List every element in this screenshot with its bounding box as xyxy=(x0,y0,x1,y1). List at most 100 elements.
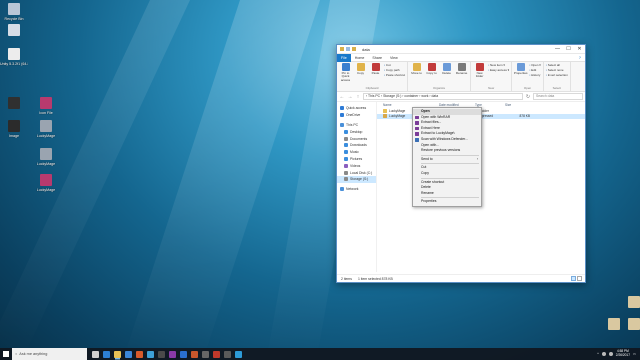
ribbon-button-icon xyxy=(341,63,350,71)
ribbon-small-button[interactable]: Select none xyxy=(546,68,568,72)
desktop-icon[interactable]: LuckyMage xyxy=(32,120,60,138)
start-button[interactable] xyxy=(0,348,12,360)
address-bar[interactable]: › This PC › Storage (S:) › container › w… xyxy=(363,93,523,100)
ribbon-small-button[interactable]: Select all xyxy=(546,63,568,67)
tab-share[interactable]: Share xyxy=(368,54,386,62)
help-icon[interactable]: ? xyxy=(579,55,585,60)
ribbon-button-icon xyxy=(412,63,421,71)
desktop-icon[interactable] xyxy=(0,24,28,38)
desktop-icon[interactable]: Unity 5.3.2f1 (64-bit) xyxy=(0,48,28,66)
ribbon-group-name: Open xyxy=(523,86,532,90)
ribbon-button[interactable]: Copy xyxy=(354,63,367,75)
ribbon-small-button[interactable]: History xyxy=(529,73,541,77)
ribbon-group-open: PropertiesOpen ▾EditHistory Open xyxy=(512,62,544,91)
nav-item[interactable]: Music xyxy=(337,149,376,156)
zip-file-icon xyxy=(628,318,640,330)
ribbon-small-button[interactable]: Edit xyxy=(529,68,541,72)
zip-file-icon xyxy=(608,318,620,330)
large-icons-view-icon[interactable] xyxy=(577,276,582,281)
nav-item[interactable]: OneDrive xyxy=(337,112,376,119)
tab-view[interactable]: View xyxy=(386,54,402,62)
nav-item[interactable]: Desktop xyxy=(337,128,376,135)
desktop-icon[interactable] xyxy=(620,318,640,332)
context-menu-item[interactable]: Send to › xyxy=(413,157,481,163)
context-menu-item[interactable]: Properties xyxy=(413,199,481,205)
ribbon-button[interactable]: Paste xyxy=(369,63,382,75)
tab-home[interactable]: Home xyxy=(351,54,369,62)
app-7-icon[interactable] xyxy=(202,350,209,358)
ribbon-small-button[interactable]: Copy path xyxy=(384,68,405,72)
up-icon[interactable]: ↑ xyxy=(355,94,361,100)
back-icon[interactable]: ← xyxy=(339,94,345,100)
context-menu-item[interactable]: Rename xyxy=(413,191,481,197)
ribbon-button[interactable]: Copy to xyxy=(425,63,438,75)
nav-item-label: Desktop xyxy=(350,129,363,134)
tab-file[interactable]: File xyxy=(337,53,351,62)
nav-item[interactable]: Documents xyxy=(337,135,376,142)
app-4-icon[interactable] xyxy=(169,350,176,358)
ribbon-small-button[interactable]: Cut xyxy=(384,63,405,67)
nav-item[interactable]: Storage (S:) xyxy=(337,175,376,183)
minimize-button[interactable]: — xyxy=(552,45,563,54)
maximize-button[interactable]: ☐ xyxy=(563,45,574,54)
ribbon-button[interactable]: Pin to Quick access xyxy=(339,63,352,82)
context-menu-item[interactable]: Restore previous versions xyxy=(413,148,481,154)
context-menu-item[interactable]: Copy xyxy=(413,171,481,177)
app-9-icon[interactable] xyxy=(224,350,231,358)
ribbon-small-button[interactable]: Easy access ▾ xyxy=(488,68,509,72)
nav-item[interactable]: Network xyxy=(337,186,376,193)
task-view-icon[interactable] xyxy=(92,350,99,358)
clock[interactable]: 4:58 PM 2/26/2017 xyxy=(616,349,630,358)
search-input[interactable]: Search data xyxy=(533,93,583,100)
app-10-icon[interactable] xyxy=(235,350,242,358)
forward-icon[interactable]: → xyxy=(347,94,353,100)
desktop-icon[interactable] xyxy=(620,296,640,310)
desktop-icon[interactable]: Image xyxy=(0,120,28,138)
nav-item[interactable]: This PC xyxy=(337,122,376,129)
volume-icon[interactable] xyxy=(608,352,613,356)
app-5-icon[interactable] xyxy=(180,350,187,358)
desktop-icon-label: LuckyMage xyxy=(36,188,56,192)
desktop-icon[interactable] xyxy=(0,97,28,111)
ribbon-small-button[interactable]: Invert selection xyxy=(546,73,568,77)
ribbon-button[interactable]: Move to xyxy=(410,63,423,75)
nav-item[interactable]: Pictures xyxy=(337,156,376,163)
notifications-icon[interactable]: ▭ xyxy=(633,352,636,356)
details-view-icon[interactable] xyxy=(571,276,576,281)
ribbon-small-button[interactable]: Open ▾ xyxy=(529,63,541,67)
zip-file-icon xyxy=(383,114,387,119)
refresh-icon[interactable]: ↻ xyxy=(525,94,531,100)
show-hidden-icons-icon[interactable]: ^ xyxy=(597,352,599,356)
nav-item[interactable]: Quick access xyxy=(337,105,376,112)
file-explorer-icon[interactable] xyxy=(114,350,121,358)
nav-item[interactable]: Downloads xyxy=(337,142,376,149)
app-6-icon[interactable] xyxy=(191,350,198,358)
microphone-icon[interactable]: ○ xyxy=(15,352,17,356)
desktop-icon[interactable]: LuckyMage xyxy=(32,148,60,166)
ribbon-button[interactable]: New folder xyxy=(473,63,486,79)
app-3-icon[interactable] xyxy=(158,350,165,358)
ribbon-small-button[interactable]: Paste shortcut xyxy=(384,73,405,77)
edge-icon[interactable] xyxy=(103,350,110,358)
desktop-icon[interactable]: Icon File xyxy=(32,97,60,115)
nav-item[interactable]: Videos xyxy=(337,162,376,169)
desktop-icon[interactable]: LuckyMage xyxy=(32,174,60,192)
desktop-icon-label: Image xyxy=(9,134,19,138)
network-icon[interactable] xyxy=(601,352,606,356)
app-8-icon[interactable] xyxy=(213,350,220,358)
desktop-icon[interactable]: Recycle Bin xyxy=(0,3,28,21)
properties-icon[interactable] xyxy=(346,47,350,51)
nav-item[interactable]: Local Disk (C:) xyxy=(337,169,376,176)
ribbon-button[interactable]: Properties xyxy=(514,63,528,75)
close-button[interactable]: ✕ xyxy=(574,45,585,54)
app-2-icon[interactable] xyxy=(147,350,154,358)
ribbon-small-button[interactable]: New item ▾ xyxy=(488,63,509,67)
app-1-icon[interactable] xyxy=(136,350,143,358)
new-folder-icon[interactable] xyxy=(352,47,356,51)
column-size[interactable]: Size xyxy=(505,103,530,107)
store-icon[interactable] xyxy=(125,350,132,358)
ribbon-button[interactable]: Delete xyxy=(440,63,453,75)
cortana-search-box[interactable]: ○ Ask me anything xyxy=(12,348,87,360)
submenu-arrow-icon: › xyxy=(476,156,478,161)
ribbon-button[interactable]: Rename xyxy=(455,63,468,75)
